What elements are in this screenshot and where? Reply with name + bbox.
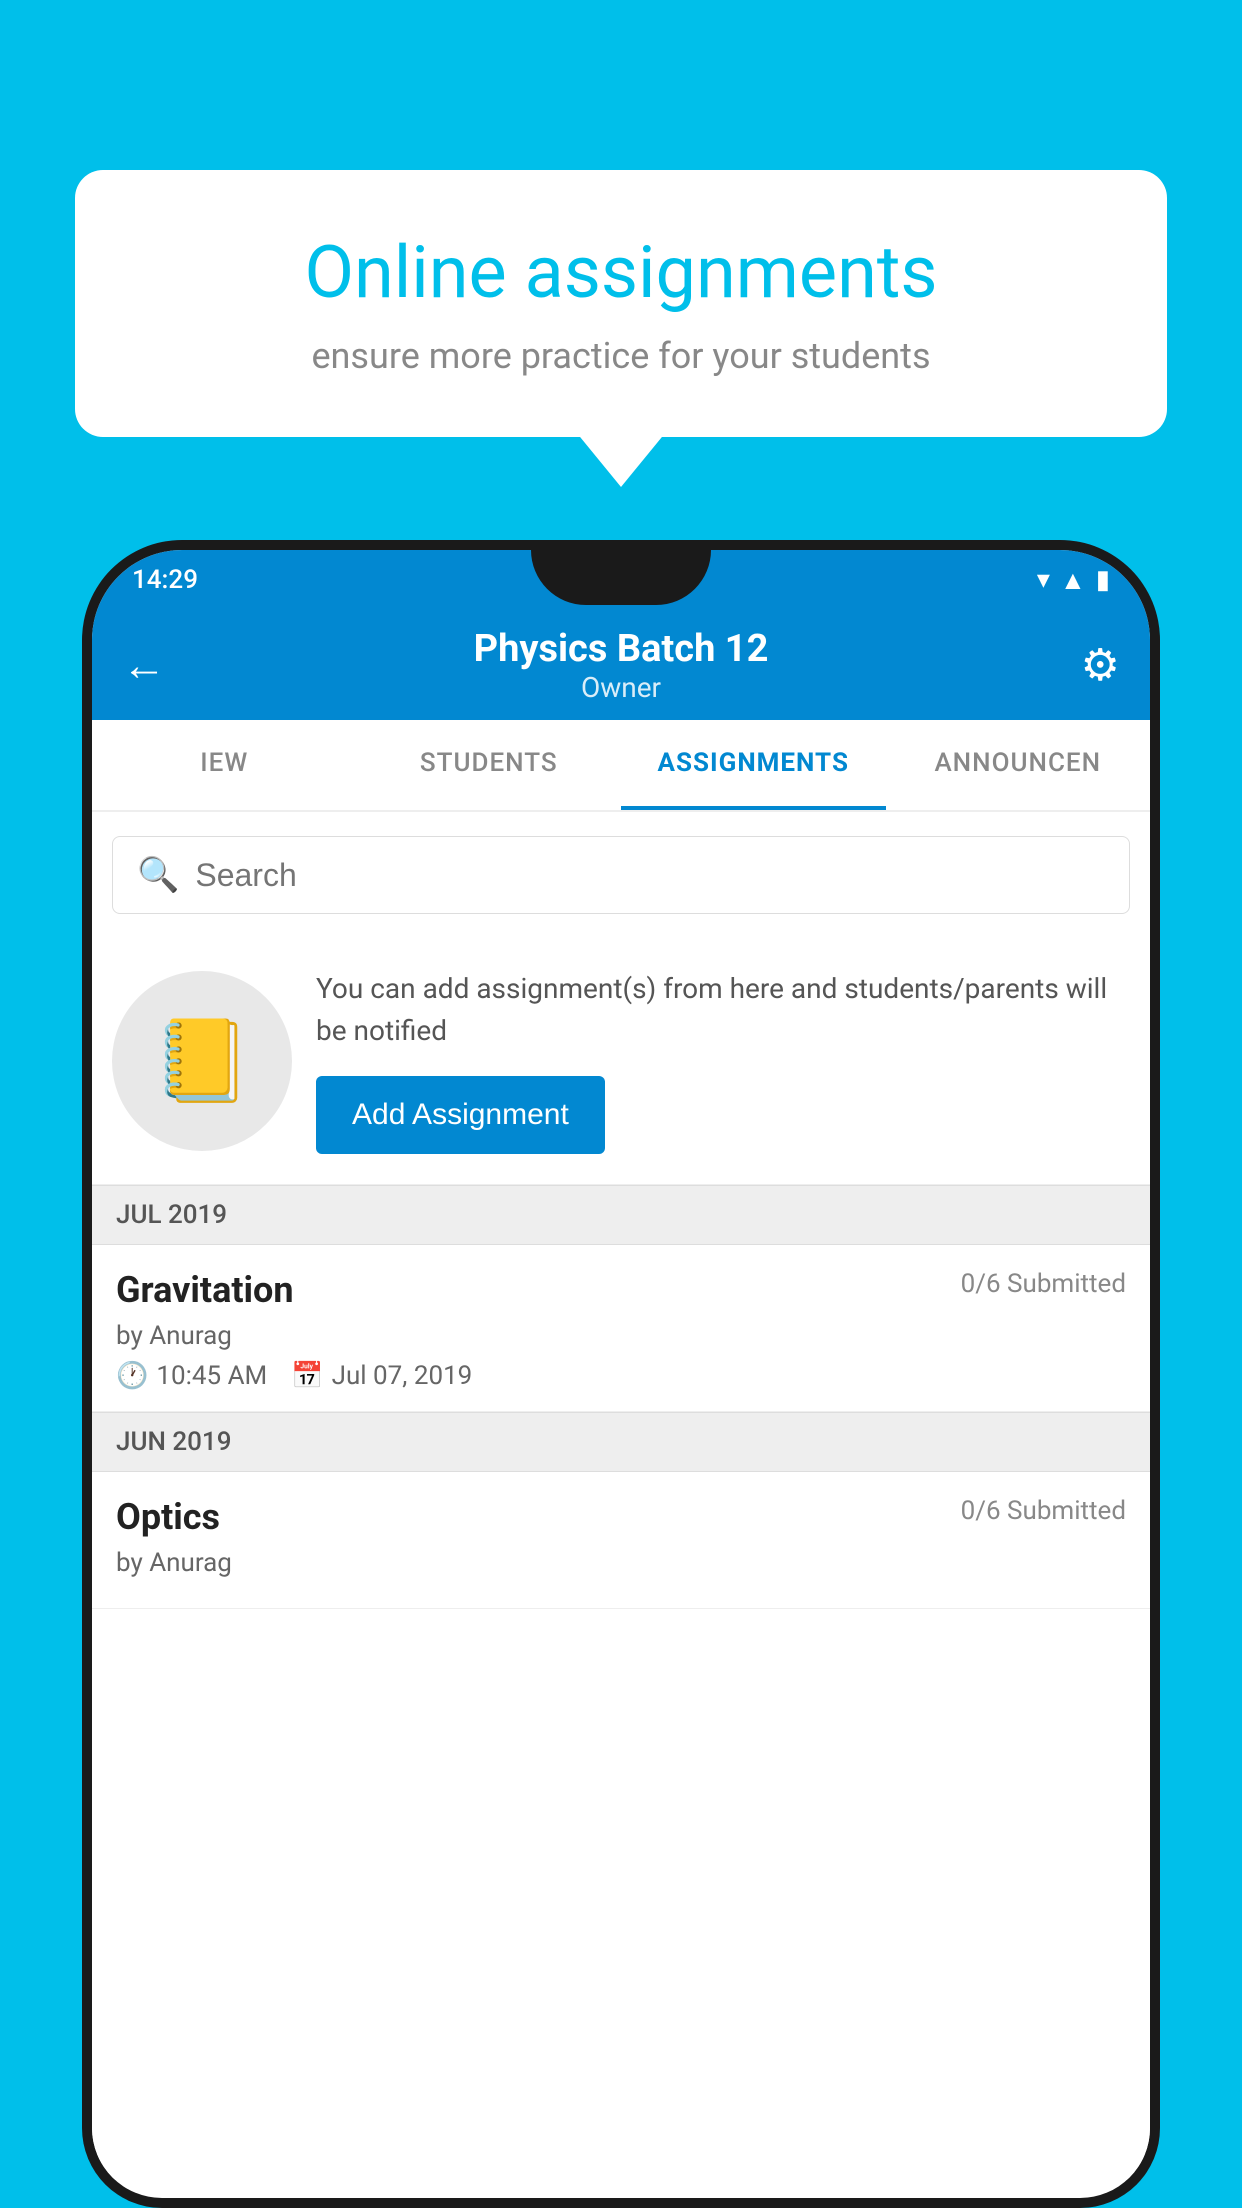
assignment-item-gravitation[interactable]: Gravitation 0/6 Submitted by Anurag 🕐 10… bbox=[92, 1245, 1150, 1412]
search-bar[interactable]: 🔍 bbox=[112, 836, 1130, 914]
wifi-icon: ▾ bbox=[1037, 565, 1050, 595]
bubble-subtitle: ensure more practice for your students bbox=[145, 335, 1097, 377]
assignment-item-optics[interactable]: Optics 0/6 Submitted by Anurag bbox=[92, 1472, 1150, 1609]
assignment-icon-circle: 📒 bbox=[112, 971, 292, 1151]
notch bbox=[531, 550, 711, 605]
section-jun-2019: JUN 2019 bbox=[92, 1412, 1150, 1472]
phone-inner: 14:29 ▾ ▲ ▮ ← Physics Batch 12 Owner ⚙ I… bbox=[92, 550, 1150, 2198]
tab-announcements[interactable]: ANNOUNCEN bbox=[886, 720, 1151, 810]
content-area: 🔍 📒 You can add assignment(s) from here … bbox=[92, 812, 1150, 2180]
tab-assignments[interactable]: ASSIGNMENTS bbox=[621, 720, 886, 810]
signal-icon: ▲ bbox=[1060, 565, 1086, 596]
assignment-title-optics: Optics bbox=[116, 1496, 220, 1538]
assignment-author-optics: by Anurag bbox=[116, 1548, 1126, 1578]
assignment-item-header-optics: Optics 0/6 Submitted bbox=[116, 1496, 1126, 1538]
meta-date-gravitation: 📅 Jul 07, 2019 bbox=[291, 1361, 472, 1391]
status-time: 14:29 bbox=[132, 565, 198, 595]
status-icons: ▾ ▲ ▮ bbox=[1037, 565, 1110, 596]
search-input[interactable] bbox=[195, 857, 1105, 894]
search-icon: 🔍 bbox=[137, 855, 179, 895]
bubble-title: Online assignments bbox=[145, 230, 1097, 315]
back-button[interactable]: ← bbox=[122, 639, 192, 691]
assignment-author-gravitation: by Anurag bbox=[116, 1321, 1126, 1351]
app-bar-center: Physics Batch 12 Owner bbox=[192, 627, 1050, 704]
speech-bubble: Online assignments ensure more practice … bbox=[75, 170, 1167, 437]
tabs: IEW STUDENTS ASSIGNMENTS ANNOUNCEN bbox=[92, 720, 1150, 812]
tab-iew[interactable]: IEW bbox=[92, 720, 357, 810]
battery-icon: ▮ bbox=[1096, 565, 1110, 595]
empty-state-description: You can add assignment(s) from here and … bbox=[316, 968, 1130, 1052]
phone-frame: 14:29 ▾ ▲ ▮ ← Physics Batch 12 Owner ⚙ I… bbox=[82, 540, 1160, 2208]
clock-icon: 🕐 bbox=[116, 1361, 148, 1391]
assignment-meta-gravitation: 🕐 10:45 AM 📅 Jul 07, 2019 bbox=[116, 1361, 1126, 1391]
assignment-title-gravitation: Gravitation bbox=[116, 1269, 294, 1311]
settings-button[interactable]: ⚙ bbox=[1050, 639, 1120, 691]
empty-state: 📒 You can add assignment(s) from here an… bbox=[92, 938, 1150, 1185]
assignment-submitted-gravitation: 0/6 Submitted bbox=[961, 1269, 1126, 1299]
app-bar: ← Physics Batch 12 Owner ⚙ bbox=[92, 610, 1150, 720]
section-jul-2019: JUL 2019 bbox=[92, 1185, 1150, 1245]
assignment-date-gravitation: Jul 07, 2019 bbox=[332, 1361, 473, 1391]
assignment-time-gravitation: 10:45 AM bbox=[156, 1361, 267, 1391]
calendar-icon: 📅 bbox=[291, 1361, 323, 1391]
meta-time-gravitation: 🕐 10:45 AM bbox=[116, 1361, 267, 1391]
app-bar-subtitle: Owner bbox=[192, 671, 1050, 704]
status-bar: 14:29 ▾ ▲ ▮ bbox=[92, 550, 1150, 610]
app-bar-title: Physics Batch 12 bbox=[192, 627, 1050, 671]
assignment-icon: 📒 bbox=[152, 1014, 252, 1108]
empty-state-text: You can add assignment(s) from here and … bbox=[316, 968, 1130, 1154]
assignment-submitted-optics: 0/6 Submitted bbox=[961, 1496, 1126, 1526]
tab-students[interactable]: STUDENTS bbox=[357, 720, 622, 810]
assignment-item-header: Gravitation 0/6 Submitted bbox=[116, 1269, 1126, 1311]
add-assignment-button[interactable]: Add Assignment bbox=[316, 1076, 605, 1154]
